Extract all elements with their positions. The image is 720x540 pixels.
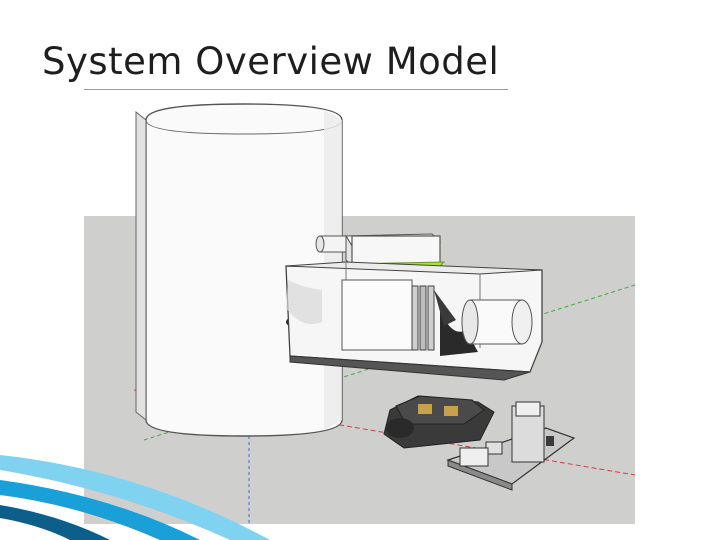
- instrument-box-icon: [285, 261, 543, 381]
- camera-unit-icon: [383, 395, 495, 449]
- system-model-render: [84, 90, 635, 524]
- slide-title: System Overview Model: [42, 40, 500, 83]
